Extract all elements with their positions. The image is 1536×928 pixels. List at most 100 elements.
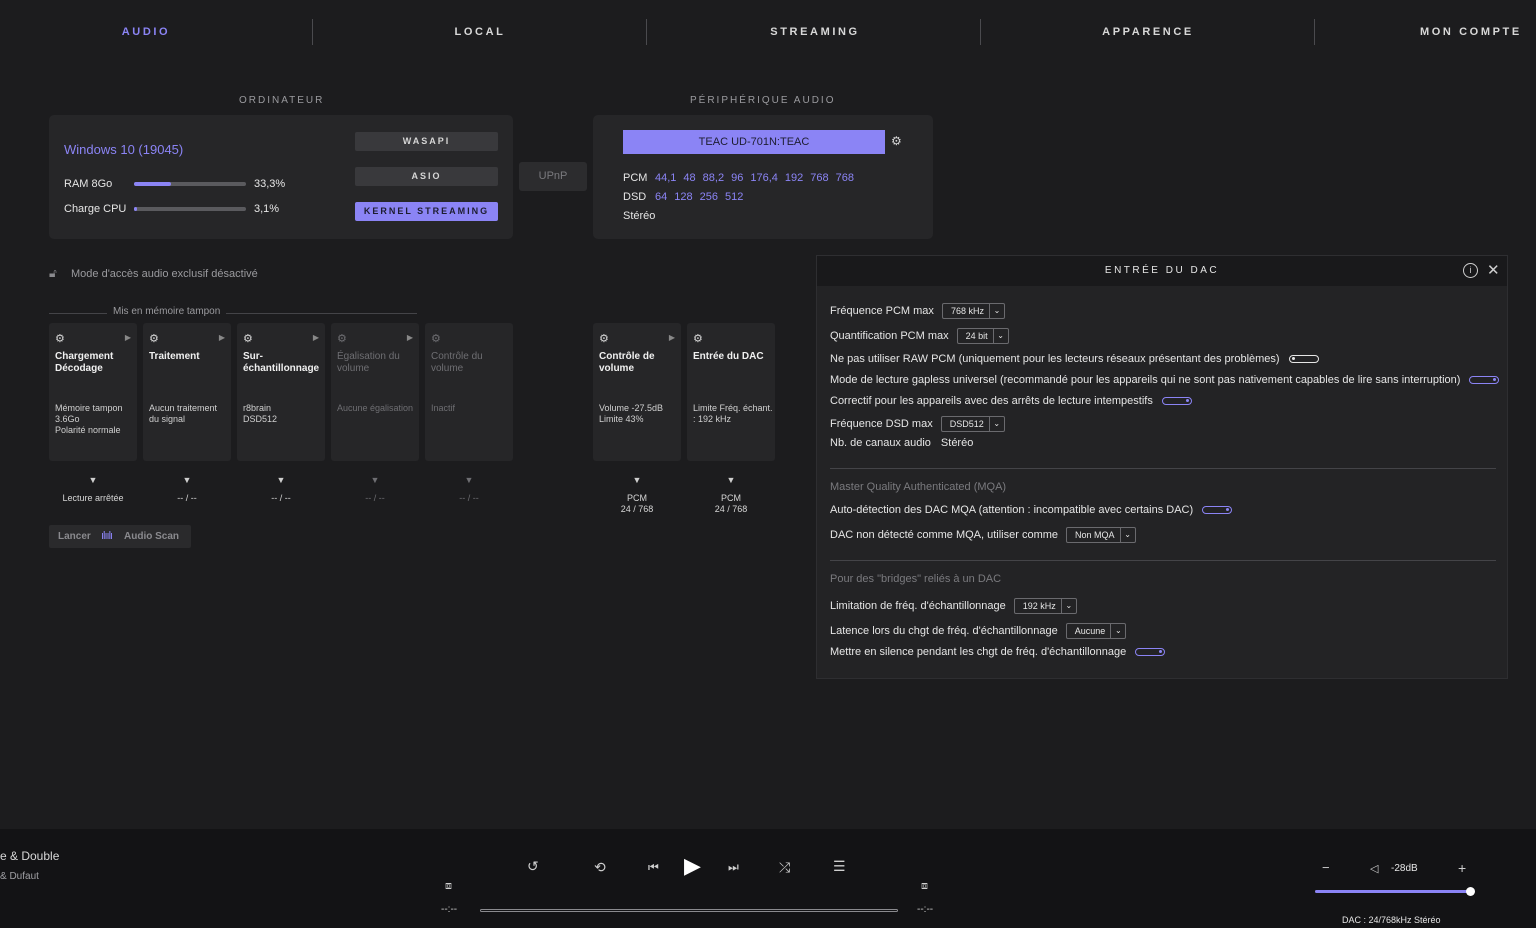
buffer-label: Mis en mémoire tampon — [107, 306, 227, 317]
device-settings-gear-icon[interactable]: ⚙ — [891, 134, 902, 148]
chain-card[interactable]: ⚙ ▶ Chargement Décodage Mémoire tampon 3.6G… — [49, 323, 137, 461]
volume-slider[interactable] — [1315, 887, 1476, 896]
tab-streaming[interactable]: STREAMING — [755, 26, 875, 38]
chain-card[interactable]: ⚙ ▶ Contrôle de volume Volume -27.5dB Limit… — [593, 323, 681, 461]
track-artist[interactable]: & Dufaut — [0, 871, 39, 882]
volume-slider-handle[interactable] — [1466, 887, 1476, 896]
track-title[interactable]: e & Double — [0, 849, 59, 863]
close-icon[interactable]: ✕ — [1487, 261, 1500, 279]
gapless-toggle[interactable] — [1469, 376, 1500, 385]
ram-value: 33,3% — [254, 178, 286, 190]
flow-down-icon: ▼ — [182, 475, 192, 485]
chain-card[interactable]: ⚙ ▶ Sur-échantillonnage r8brain DSD512 — [237, 323, 325, 461]
tab-local[interactable]: LOCAL — [430, 26, 530, 38]
wasapi-button[interactable]: WASAPI — [355, 132, 498, 151]
upnp-button[interactable]: UPnP — [519, 162, 587, 191]
gear-icon[interactable]: ⚙ — [55, 332, 65, 345]
chain-card[interactable]: ⚙ ▶ Égalisation du volume Aucune égalisatio… — [331, 323, 419, 461]
cpu-value: 3,1% — [254, 203, 280, 215]
gear-icon[interactable]: ⚙ — [243, 332, 253, 345]
expand-arrow-icon[interactable]: ▶ — [407, 333, 413, 342]
rate-limit-select[interactable]: 192 kHz ⌄ — [1013, 598, 1077, 614]
next-marker-icon[interactable]: ⧈ — [921, 880, 928, 893]
sample-rate: 48 — [683, 172, 696, 184]
gear-icon[interactable]: ⚙ — [693, 332, 703, 345]
expand-arrow-icon[interactable]: ▶ — [313, 333, 319, 342]
shuffle-icon[interactable]: ⤮ — [779, 859, 790, 876]
next-icon[interactable]: ⏭ — [728, 860, 739, 875]
gear-icon[interactable]: ⚙ — [337, 332, 347, 345]
chain-card[interactable]: ⚙ Entrée du DAC Limite Fréq. échant. : 192… — [687, 323, 775, 461]
volume-up-button[interactable]: + — [1458, 860, 1466, 876]
dsd-rates: 64 128 256 512 — [655, 191, 750, 203]
speaker-icon[interactable]: ◁ — [1370, 862, 1378, 875]
tab-mon-compte[interactable]: MON COMPTE — [1420, 26, 1536, 38]
expand-arrow-icon[interactable]: ▶ — [669, 333, 675, 342]
silence-row: Mettre en silence pendant les chgt de fr… — [830, 646, 1166, 658]
previous-icon[interactable]: ⏮ — [648, 860, 659, 875]
info-icon[interactable]: i — [1463, 263, 1478, 278]
dac-status: DAC : 24/768kHz Stéréo — [1342, 915, 1441, 925]
kernel-streaming-button[interactable]: KERNEL STREAMING — [355, 202, 498, 221]
gapless-row: Mode de lecture gapless universel (recom… — [830, 374, 1500, 386]
time-total: --:-- — [917, 904, 934, 915]
chain-card-desc: Mémoire tampon 3.6Go Polarité normale — [55, 403, 123, 435]
sample-rate: 44,1 — [655, 172, 677, 184]
channels-count-label: Nb. de canaux audio — [830, 437, 931, 449]
audio-scan-button[interactable]: Lancer ılıılı Audio Scan — [49, 525, 191, 548]
chain-card-status: Lecture arrêtée — [62, 493, 124, 503]
sample-rate: 128 — [674, 191, 693, 203]
device-select[interactable]: TEAC UD-701N:TEAC — [623, 130, 885, 154]
tab-divider — [1314, 19, 1315, 45]
gear-icon[interactable]: ⚙ — [599, 332, 609, 345]
bridges-heading: Pour des "bridges" reliés à un DAC — [830, 573, 1002, 585]
tab-apparence[interactable]: APPARENCE — [1088, 26, 1208, 38]
cpu-label: Charge CPU — [64, 203, 127, 215]
tab-divider — [980, 19, 981, 45]
quantization-select[interactable]: 24 bit ⌄ — [956, 328, 1009, 344]
silence-toggle[interactable] — [1135, 648, 1166, 657]
rate-limit-label: Limitation de fréq. d'échantillonnage — [830, 599, 1006, 612]
dsd-max-row: Fréquence DSD max DSD512 ⌄ — [830, 416, 1005, 432]
mqa-heading: Master Quality Authenticated (MQA) — [830, 481, 1007, 493]
seek-bar[interactable] — [480, 909, 898, 912]
asio-button[interactable]: ASIO — [355, 167, 498, 186]
previous-marker-icon[interactable]: ⧈ — [445, 880, 452, 893]
channels-row: Nb. de canaux audio Stéréo — [830, 437, 973, 449]
flow-down-icon: ▼ — [370, 475, 380, 485]
latency-select[interactable]: Aucune ⌄ — [1065, 623, 1127, 639]
mqa-auto-toggle[interactable] — [1202, 506, 1233, 515]
sample-rate: 64 — [655, 191, 668, 203]
repeat-icon[interactable]: ⟲ — [594, 859, 606, 876]
gear-icon[interactable]: ⚙ — [149, 332, 159, 345]
rewind-icon[interactable]: ↺ — [527, 858, 539, 875]
expand-arrow-icon[interactable]: ▶ — [219, 333, 225, 342]
top-nav: AUDIO LOCAL STREAMING APPARENCE MON COMP… — [0, 0, 1536, 64]
mqa-fallback-select[interactable]: Non MQA ⌄ — [1066, 527, 1136, 543]
chevron-down-icon: ⌄ — [1110, 624, 1125, 638]
section-divider — [830, 468, 1496, 469]
dsd-max-select[interactable]: DSD512 ⌄ — [940, 416, 1005, 432]
chain-card[interactable]: ⚙ Contrôle du volume Inactif — [425, 323, 513, 461]
chain-card-status: -- / -- — [365, 493, 385, 503]
raw-pcm-toggle[interactable] — [1288, 355, 1319, 364]
queue-icon[interactable]: ☰ — [833, 858, 846, 875]
pcm-max-select[interactable]: 768 kHz ⌄ — [941, 303, 1005, 319]
flow-down-icon: ▼ — [88, 475, 98, 485]
computer-section-title: ORDINATEUR — [239, 95, 325, 106]
buffer-divider — [49, 313, 417, 314]
mqa-fallback-label: DAC non détecté comme MQA, utiliser comm… — [830, 528, 1059, 541]
mqa-auto-label: Auto-détection des DAC MQA (attention : … — [830, 504, 1194, 516]
chain-card-status: -- / -- — [459, 493, 479, 503]
chain-card-title: Traitement — [149, 351, 200, 362]
expand-arrow-icon[interactable]: ▶ — [125, 333, 131, 342]
latency-row: Latence lors du chgt de fréq. d'échantil… — [830, 623, 1127, 639]
dac-input-panel: ENTRÉE DU DAC i ✕ Fréquence PCM max 768 k… — [816, 255, 1508, 679]
chain-card-title: Sur-échantillonnage — [243, 351, 320, 374]
volume-down-button[interactable]: − — [1322, 860, 1330, 875]
chain-card[interactable]: ⚙ ▶ Traitement Aucun traitement du signal — [143, 323, 231, 461]
gear-icon[interactable]: ⚙ — [431, 332, 441, 345]
tab-audio[interactable]: AUDIO — [96, 26, 196, 38]
play-icon[interactable]: ▶ — [684, 853, 701, 879]
fix-toggle[interactable] — [1161, 397, 1192, 406]
